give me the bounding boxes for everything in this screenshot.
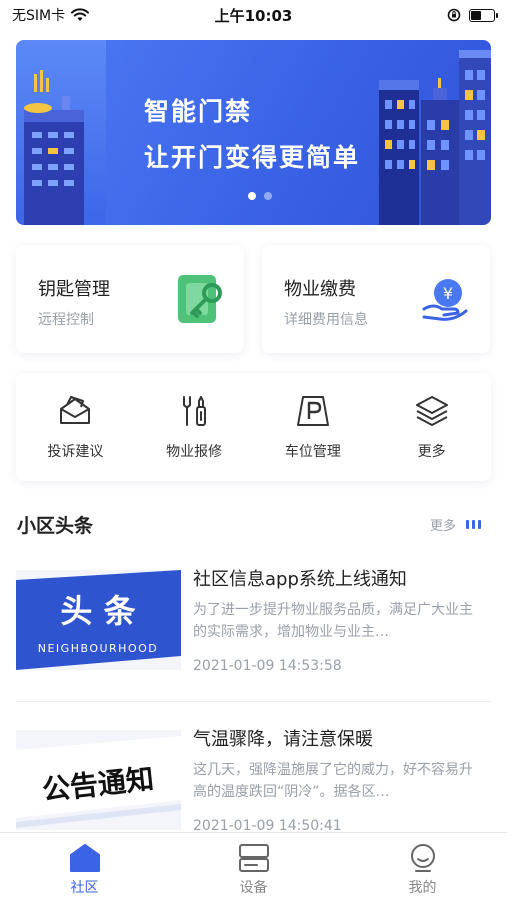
more-bars-icon [466,520,482,529]
news-title: 社区信息app系统上线通知 [193,569,407,590]
property-fee-title: 物业缴费 [284,279,356,300]
key-card-icon [178,275,222,323]
quick-actions-panel: 投诉建议 物业报修 车位管理 更多 [16,373,491,481]
key-management-card[interactable]: 钥匙管理 远程控制 [16,245,244,353]
home-icon [69,844,100,872]
news-summary: 这几天，强降温施展了它的威力，好不容易升高的温度跌回“阴冷”。据各区… [193,762,473,800]
layers-icon [415,396,448,426]
thumb-headline-text: 头 条 [60,592,135,630]
banner-dot-2[interactable] [264,192,272,200]
svg-text:¥: ¥ [443,284,453,303]
battery-icon [469,8,498,22]
promo-banner[interactable]: 智能门禁 让开门变得更简单 [16,40,491,225]
quick-action-label: 更多 [417,444,446,460]
news-divider [16,701,491,702]
banner-pagination[interactable] [248,192,272,200]
building-right-illustration [379,50,491,225]
parking-icon [296,396,329,426]
tab-label: 我的 [408,880,437,896]
news-thumbnail: 公告通知 [16,730,181,830]
banner-dot-1[interactable] [248,192,256,200]
key-management-title: 钥匙管理 [38,279,110,300]
headline-banner-image: 头 条 NEIGHBOURHOOD [16,570,181,670]
key-management-subtitle: 远程控制 [38,312,94,328]
quick-action-parking[interactable]: 车位管理 [254,373,373,481]
news-more-label: 更多 [430,519,457,534]
carrier-label: 无SIM卡 [12,8,66,24]
quick-action-label: 投诉建议 [47,444,104,460]
notice-banner-image: 公告通知 [16,730,181,830]
status-left: 无SIM卡 [12,5,90,25]
bottom-tab-bar: 社区 设备 我的 [0,832,507,900]
tab-profile[interactable]: 我的 [338,833,507,900]
tab-label: 社区 [70,880,99,896]
news-item[interactable]: 头 条 NEIGHBOURHOOD 社区信息app系统上线通知 为了进一步提升物… [0,555,507,690]
tab-community[interactable]: 社区 [0,833,169,900]
device-icon [238,844,269,872]
quick-action-complaint[interactable]: 投诉建议 [16,373,135,481]
banner-subtitle: 让开门变得更简单 [144,143,361,172]
profile-icon [410,844,435,872]
envelope-icon [60,396,91,424]
news-more-link[interactable]: 更多 [430,515,482,534]
tab-label: 设备 [239,880,268,896]
tab-devices[interactable]: 设备 [169,833,338,900]
quick-action-repair[interactable]: 物业报修 [135,373,254,481]
thumb-headline-sub: NEIGHBOURHOOD [38,642,158,655]
news-summary: 为了进一步提升物业服务品质，满足广大业主的实际需求，增加物业与业主… [193,602,473,640]
quick-action-label: 物业报修 [166,444,223,460]
status-right [447,8,498,22]
news-section-title: 小区头条 [17,515,94,537]
property-fee-subtitle: 详细费用信息 [284,312,368,328]
property-fee-card[interactable]: 物业缴费 详细费用信息 ¥ [262,245,490,353]
banner-title: 智能门禁 [144,97,253,126]
news-time: 2021-01-09 14:53:58 [193,658,342,674]
yuan-coin-icon: ¥ [422,279,468,321]
wifi-icon [71,8,90,21]
repair-tools-icon [183,396,207,426]
quick-action-more[interactable]: 更多 [372,373,491,481]
building-left-illustration [24,70,84,225]
news-item[interactable]: 公告通知 气温骤降，请注意保暖 这几天，强降温施展了它的威力，好不容易升高的温度… [0,715,507,850]
news-title: 气温骤降，请注意保暖 [193,729,373,750]
quick-action-label: 车位管理 [284,444,341,460]
rotation-lock-icon [447,8,461,22]
status-bar: 无SIM卡 上午10:03 [0,0,507,30]
news-thumbnail: 头 条 NEIGHBOURHOOD [16,570,181,670]
